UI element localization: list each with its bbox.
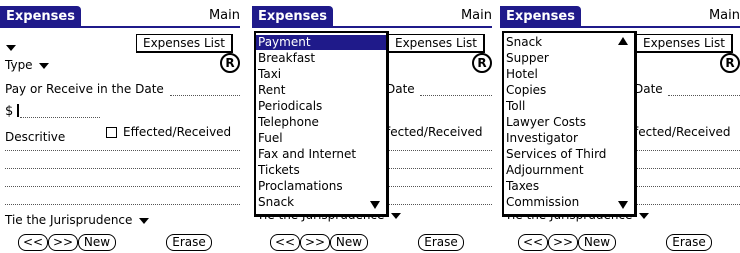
chevron-down-icon bbox=[39, 62, 50, 69]
type-selector[interactable]: Type bbox=[5, 58, 50, 72]
screen-2: Expenses Main Expenses List R Date fecte… bbox=[252, 0, 492, 253]
category-dropdown-icon[interactable] bbox=[6, 40, 16, 54]
description-line-2[interactable] bbox=[386, 168, 492, 169]
description-line-2[interactable] bbox=[634, 168, 740, 169]
app-title: Expenses bbox=[0, 6, 81, 27]
popup-item-snack[interactable]: Snack bbox=[256, 195, 386, 210]
expenses-list-button[interactable]: Expenses List bbox=[136, 34, 233, 53]
popup-item-tickets[interactable]: Tickets bbox=[256, 163, 386, 178]
next-button[interactable]: >> bbox=[48, 234, 78, 251]
date-label: Date bbox=[386, 82, 415, 96]
prev-button[interactable]: << bbox=[518, 234, 548, 251]
popup-item-hotel[interactable]: Hotel bbox=[504, 67, 634, 82]
popup-item-copies[interactable]: Copies bbox=[504, 83, 634, 98]
scroll-down-arrow-icon[interactable] bbox=[370, 201, 380, 209]
app-title: Expenses bbox=[252, 6, 333, 27]
effected-label: fected/Received bbox=[386, 125, 483, 139]
title-bar: Expenses Main bbox=[500, 6, 740, 28]
scroll-down-arrow-icon[interactable] bbox=[618, 201, 628, 209]
main-menu-label[interactable]: Main bbox=[461, 8, 492, 23]
popup-item-adjournment[interactable]: Adjournment bbox=[504, 163, 634, 178]
popup-item-fuel[interactable]: Fuel bbox=[256, 131, 386, 146]
jurisprudence-selector[interactable]: Tie the Jurisprudence bbox=[5, 213, 150, 227]
chevron-down-icon bbox=[391, 213, 402, 219]
popup-item-payment[interactable]: Payment bbox=[256, 35, 386, 50]
expenses-list-button[interactable]: Expenses List bbox=[388, 34, 485, 53]
main-menu-label[interactable]: Main bbox=[709, 8, 740, 23]
title-underline bbox=[0, 26, 240, 28]
description-line-2[interactable] bbox=[5, 168, 240, 169]
effected-label: Effected/Received bbox=[123, 125, 232, 139]
date-field[interactable] bbox=[170, 95, 240, 96]
popup-item-lawyer-costs[interactable]: Lawyer Costs bbox=[504, 115, 634, 130]
prev-button[interactable]: << bbox=[270, 234, 300, 251]
erase-button[interactable]: Erase bbox=[666, 234, 712, 251]
new-button[interactable]: New bbox=[78, 234, 116, 251]
effected-label: fected/Received bbox=[634, 125, 731, 139]
registered-icon[interactable]: R bbox=[472, 53, 492, 73]
text-cursor bbox=[17, 104, 19, 117]
popup-item-taxes[interactable]: Taxes bbox=[504, 179, 634, 194]
popup-item-fax-and-internet[interactable]: Fax and Internet bbox=[256, 147, 386, 162]
date-field[interactable] bbox=[668, 95, 740, 96]
popup-item-rent[interactable]: Rent bbox=[256, 83, 386, 98]
title-bar: Expenses Main bbox=[0, 6, 240, 28]
title-underline bbox=[252, 26, 492, 28]
date-label: Date bbox=[634, 82, 663, 96]
screen-1: Expenses Main Expenses List R Type Pay o… bbox=[0, 0, 240, 253]
new-button[interactable]: New bbox=[330, 234, 368, 251]
prev-button[interactable]: << bbox=[18, 234, 48, 251]
expense-type-popup: Snack Supper Hotel Copies Toll Lawyer Co… bbox=[502, 31, 637, 217]
popup-item-investigator[interactable]: Investigator bbox=[504, 131, 634, 146]
expense-type-popup: Payment Breakfast Taxi Rent Periodicals … bbox=[254, 31, 389, 217]
popup-item-supper[interactable]: Supper bbox=[504, 51, 634, 66]
erase-button[interactable]: Erase bbox=[418, 234, 464, 251]
registered-icon[interactable]: R bbox=[720, 53, 740, 73]
next-button[interactable]: >> bbox=[300, 234, 330, 251]
popup-item-taxi[interactable]: Taxi bbox=[256, 67, 386, 82]
popup-item-breakfast[interactable]: Breakfast bbox=[256, 51, 386, 66]
screen-3: Expenses Main Expenses List R Date fecte… bbox=[500, 0, 740, 253]
title-bar: Expenses Main bbox=[252, 6, 492, 28]
app-title: Expenses bbox=[500, 6, 581, 27]
popup-item-telephone[interactable]: Telephone bbox=[256, 115, 386, 130]
currency-symbol: $ bbox=[5, 104, 14, 119]
popup-item-proclamations[interactable]: Proclamations bbox=[256, 179, 386, 194]
popup-item-services-of-third[interactable]: Services of Third bbox=[504, 147, 634, 162]
popup-item-commission[interactable]: Commission bbox=[504, 195, 634, 210]
amount-field[interactable] bbox=[20, 117, 100, 118]
description-line-3[interactable] bbox=[386, 186, 492, 187]
chevron-down-icon bbox=[639, 213, 650, 219]
next-button[interactable]: >> bbox=[548, 234, 578, 251]
description-line-4[interactable] bbox=[634, 204, 740, 205]
effected-checkbox[interactable] bbox=[106, 127, 117, 138]
popup-item-snack[interactable]: Snack bbox=[504, 35, 634, 50]
title-underline bbox=[500, 26, 740, 28]
description-line-4[interactable] bbox=[386, 204, 492, 205]
popup-item-periodicals[interactable]: Periodicals bbox=[256, 99, 386, 114]
description-line-4[interactable] bbox=[5, 204, 240, 205]
popup-item-toll[interactable]: Toll bbox=[504, 99, 634, 114]
date-field[interactable] bbox=[420, 95, 492, 96]
description-line-1[interactable] bbox=[634, 150, 740, 151]
registered-icon[interactable]: R bbox=[220, 53, 240, 73]
type-label: Type bbox=[5, 58, 33, 72]
description-line-3[interactable] bbox=[5, 186, 240, 187]
jurisprudence-label: Tie the Jurisprudence bbox=[5, 213, 133, 227]
erase-button[interactable]: Erase bbox=[166, 234, 212, 251]
expenses-list-button[interactable]: Expenses List bbox=[636, 34, 733, 53]
chevron-down-icon bbox=[139, 217, 150, 224]
description-line-1[interactable] bbox=[5, 150, 240, 151]
description-line-1[interactable] bbox=[386, 150, 492, 151]
descriptive-label: Descritive bbox=[5, 130, 66, 144]
main-menu-label[interactable]: Main bbox=[209, 8, 240, 23]
new-button[interactable]: New bbox=[578, 234, 616, 251]
date-label: Pay or Receive in the Date bbox=[5, 82, 164, 96]
description-line-3[interactable] bbox=[634, 186, 740, 187]
